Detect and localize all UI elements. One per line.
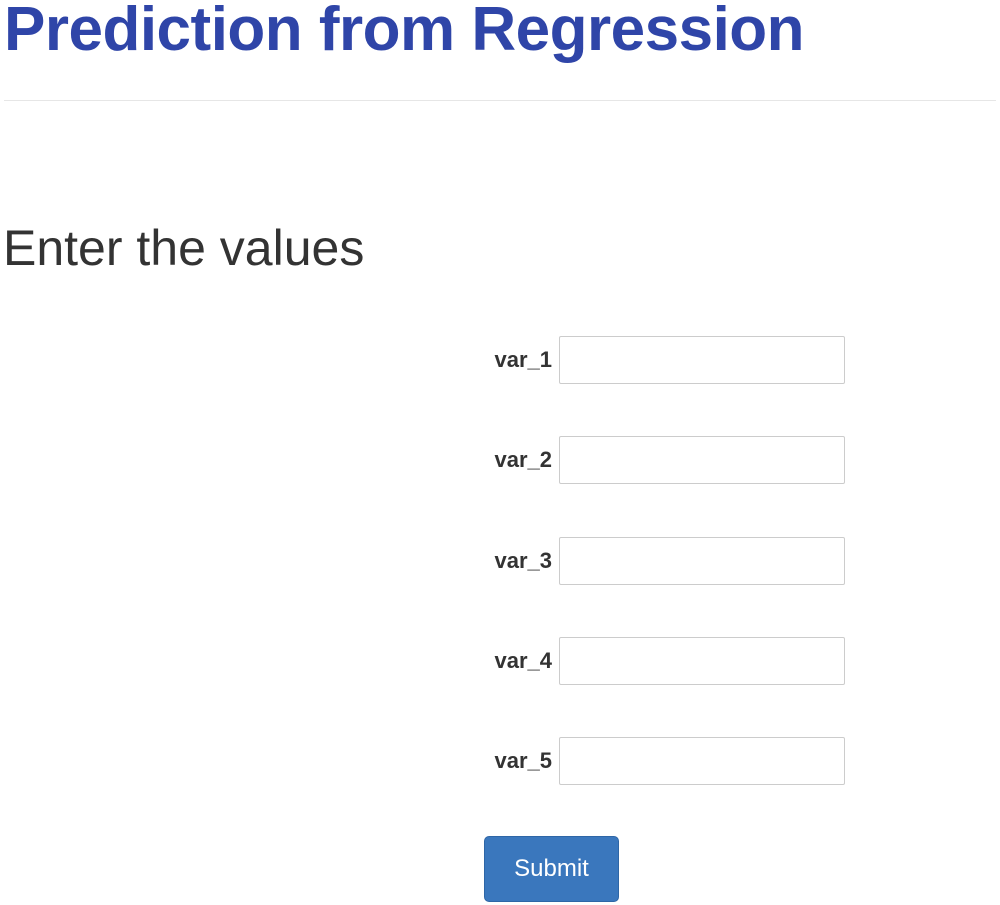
var-5-input[interactable]: [559, 737, 845, 785]
var-2-label: var_2: [494, 447, 552, 472]
var-4-input[interactable]: [559, 637, 845, 685]
submit-button[interactable]: Submit: [484, 836, 619, 902]
form-row-var-2: var_2: [470, 436, 850, 484]
prediction-form: var_1 var_2 var_3 var_4 var_5 Submit: [0, 0, 1000, 905]
var-3-label: var_3: [494, 548, 552, 573]
form-row-var-3: var_3: [470, 537, 850, 585]
var-3-input[interactable]: [559, 537, 845, 585]
var-1-input[interactable]: [559, 336, 845, 384]
form-row-var-5: var_5: [470, 737, 850, 785]
var-1-label: var_1: [494, 347, 552, 372]
form-row-var-1: var_1: [470, 336, 850, 384]
var-4-label: var_4: [494, 648, 552, 673]
var-2-input[interactable]: [559, 436, 845, 484]
form-row-var-4: var_4: [470, 637, 850, 685]
var-5-label: var_5: [494, 748, 552, 773]
